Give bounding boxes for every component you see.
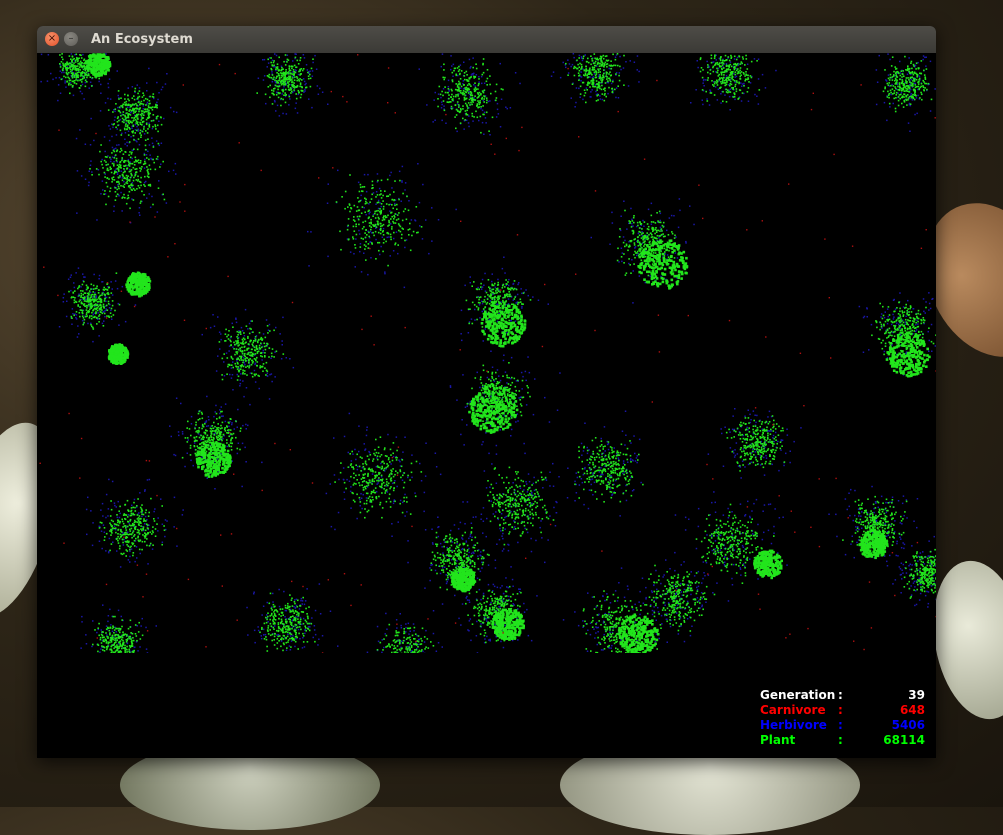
stat-generation: Generation : 39 [760,688,930,703]
stat-label: Herbivore [760,718,827,733]
stat-value: 39 [908,688,925,703]
stat-separator: : [838,703,843,718]
title-bar[interactable]: × – An Ecosystem [37,26,936,54]
stats-panel: Generation : 39 Carnivore : 648 Herbivor… [760,688,930,748]
ecosystem-field [37,53,936,653]
stat-carnivore: Carnivore : 648 [760,703,930,718]
stat-label: Carnivore [760,703,826,718]
stat-plant: Plant : 68114 [760,733,930,748]
app-window: × – An Ecosystem Generation : 39 Carnivo… [37,26,936,758]
stat-separator: : [838,733,843,748]
stat-label: Plant [760,733,795,748]
stat-value: 5406 [892,718,925,733]
stat-separator: : [838,688,843,703]
stat-value: 68114 [883,733,925,748]
minimize-button[interactable]: – [64,32,78,46]
window-title: An Ecosystem [91,26,193,53]
stat-label: Generation [760,688,835,703]
stat-separator: : [838,718,843,733]
simulation-canvas [37,53,936,653]
stat-value: 648 [900,703,925,718]
stat-herbivore: Herbivore : 5406 [760,718,930,733]
close-button[interactable]: × [45,32,59,46]
